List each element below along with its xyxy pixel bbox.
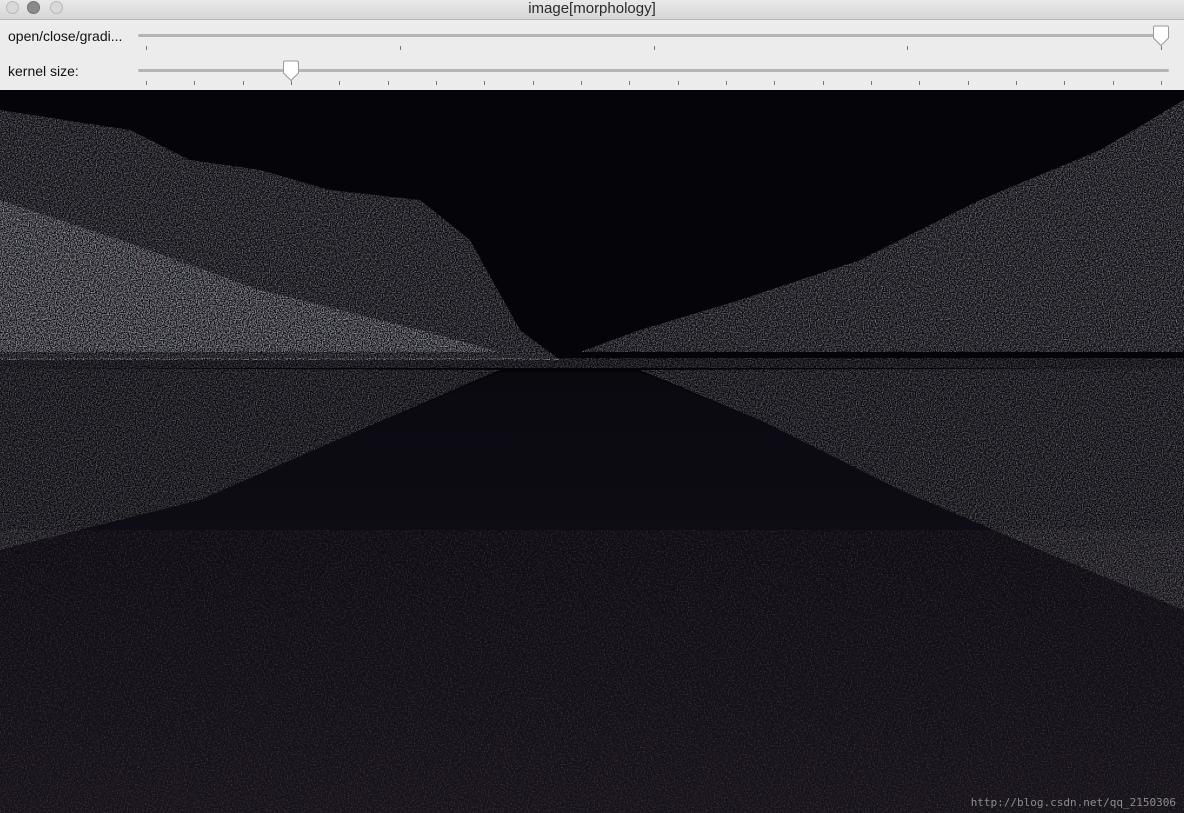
slider-tick bbox=[871, 81, 872, 85]
slider-tick bbox=[400, 46, 401, 50]
slider-tick bbox=[194, 81, 195, 85]
trackbar-panel: open/close/gradi... kernel size: bbox=[0, 20, 1184, 90]
slider-tick bbox=[654, 46, 655, 50]
watermark-text: http://blog.csdn.net/qq_2150306 bbox=[970, 796, 1176, 809]
slider-tick bbox=[1161, 81, 1162, 85]
trackbar-row-operation: open/close/gradi... bbox=[0, 20, 1184, 54]
slider-tick bbox=[1113, 81, 1114, 85]
slider-tick bbox=[436, 81, 437, 85]
slider-tick bbox=[629, 81, 630, 85]
slider-tick bbox=[146, 81, 147, 85]
slider-tick bbox=[581, 81, 582, 85]
slider-tick bbox=[533, 81, 534, 85]
slider-tick bbox=[243, 81, 244, 85]
slider-tick bbox=[774, 81, 775, 85]
slider-tick bbox=[823, 81, 824, 85]
slider-tick bbox=[919, 81, 920, 85]
morphology-gradient-image bbox=[0, 90, 1184, 813]
slider-tick bbox=[146, 46, 147, 50]
slider-tick bbox=[907, 46, 908, 50]
kernel-size-slider[interactable] bbox=[138, 55, 1169, 89]
slider-tick bbox=[1016, 81, 1017, 85]
slider-tick bbox=[726, 81, 727, 85]
image-display: http://blog.csdn.net/qq_2150306 bbox=[0, 90, 1184, 813]
title-bar: image[morphology] bbox=[0, 0, 1184, 20]
slider-tick bbox=[1064, 81, 1065, 85]
slider-tick bbox=[388, 81, 389, 85]
trackbar-row-kernel-size: kernel size: bbox=[0, 55, 1184, 89]
slider-thumb[interactable] bbox=[281, 60, 301, 82]
window-title: image[morphology] bbox=[528, 0, 656, 17]
trackbar-label-kernel-size: kernel size: bbox=[8, 63, 79, 79]
slider-track[interactable] bbox=[138, 34, 1169, 37]
slider-tick bbox=[339, 81, 340, 85]
slider-tick bbox=[678, 81, 679, 85]
operation-slider[interactable] bbox=[138, 20, 1169, 54]
app-window: image[morphology] open/close/gradi... ke… bbox=[0, 0, 1184, 813]
slider-tick bbox=[968, 81, 969, 85]
slider-thumb[interactable] bbox=[1151, 25, 1171, 47]
trackbar-label-operation: open/close/gradi... bbox=[8, 28, 123, 44]
slider-tick bbox=[484, 81, 485, 85]
